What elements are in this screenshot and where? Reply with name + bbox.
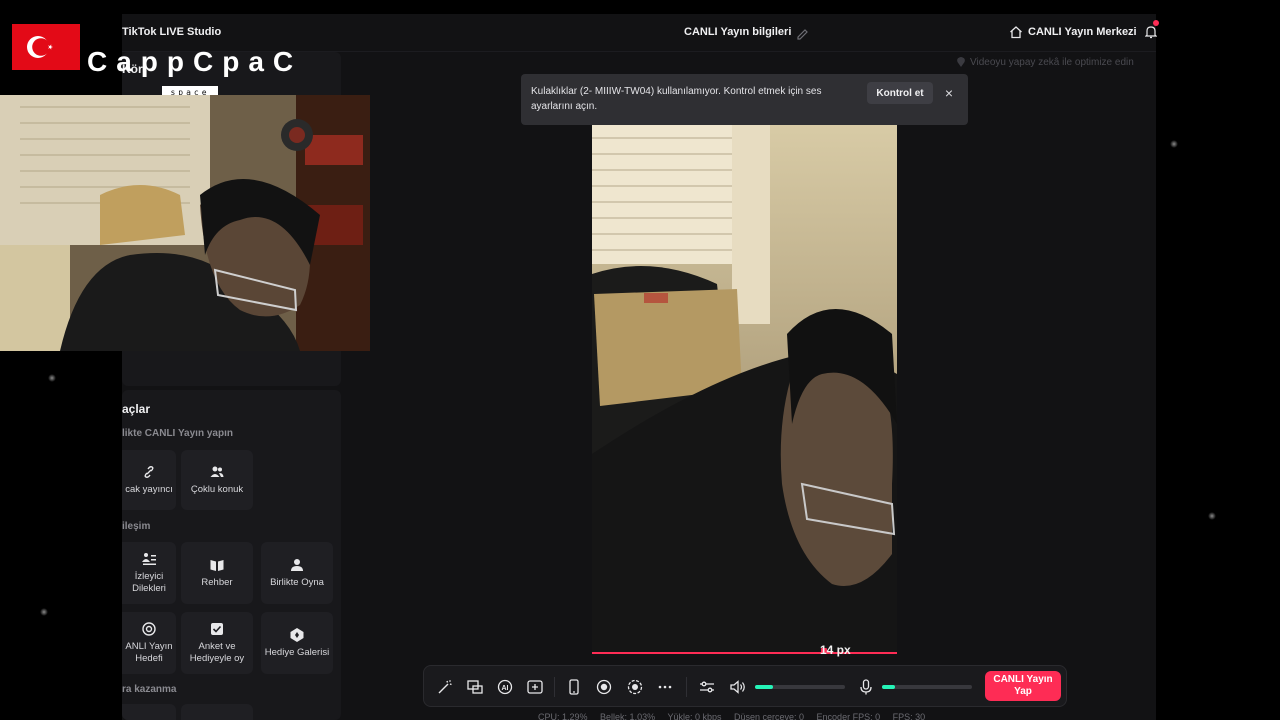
toast-message: Kulaklıklar (2- MIIIW-TW04) kullanılamıy… <box>531 86 822 112</box>
cpu-stat: CPU: 1.29% <box>538 712 588 720</box>
tile-label: İzleyici Dilekleri <box>132 571 166 594</box>
more-icon[interactable] <box>656 678 674 696</box>
section-label-interaction: ileşim <box>122 521 151 532</box>
bottom-toolbar: AI CANLI Yayın Yap <box>423 665 1067 707</box>
webcam-scene <box>0 95 370 351</box>
magic-wand-icon[interactable] <box>436 678 454 696</box>
record-icon[interactable] <box>595 678 613 696</box>
crescent-star-icon <box>27 36 53 58</box>
bell-icon[interactable] <box>1145 24 1157 40</box>
close-icon[interactable]: × <box>943 86 955 100</box>
tile-multi-guest[interactable]: Çoklu konuk <box>181 450 253 510</box>
status-bar: CPU: 1.29% Bellek: 1.03% Yükle: 0 kbps D… <box>538 712 935 720</box>
go-live-button[interactable]: CANLI Yayın Yap <box>985 671 1061 701</box>
turkey-flag <box>12 24 80 70</box>
window-blinds <box>592 124 732 264</box>
headphones-warning-toast: Kulaklıklar (2- MIIIW-TW04) kullanılamıy… <box>521 74 968 125</box>
tile-gift-gallery[interactable]: Hediye Galerisi <box>261 612 333 674</box>
webcam-overlay <box>0 95 370 351</box>
upload-stat: Yükle: 0 kbps <box>667 712 722 720</box>
app-title: TikTok LIVE Studio <box>122 26 222 38</box>
optimize-video-hint[interactable]: Videoyu yapay zekâ ile optimize edin <box>970 57 1134 68</box>
add-scene-icon[interactable] <box>526 678 544 696</box>
book-icon <box>210 560 224 571</box>
section-label-go-live-together: likte CANLI Yayın yapın <box>122 428 233 439</box>
gift-gallery-icon <box>290 628 304 642</box>
toolbar-divider <box>554 677 555 697</box>
speaker-volume-fill <box>755 685 773 689</box>
channel-name-overlay: CappCpaC <box>87 46 303 77</box>
microphone-icon[interactable] <box>857 678 875 696</box>
speaker-volume-slider[interactable] <box>755 685 845 689</box>
webcam-chair <box>100 185 185 245</box>
tile-label: Rehber <box>201 577 233 588</box>
px-indicator: 14 px <box>820 643 851 657</box>
tile-guide[interactable]: Rehber <box>181 542 253 604</box>
preview-bottom-line <box>592 652 897 654</box>
tile-poll-gift-vote[interactable]: Anket ve Hediyeyle oy <box>181 612 253 674</box>
poll-icon <box>211 623 223 635</box>
check-settings-button[interactable]: Kontrol et <box>867 82 933 104</box>
tile-label: cak yayıncı <box>125 484 173 495</box>
tools-title: açlar <box>122 402 151 416</box>
tools-panel: açlar likte CANLI Yayın yapın cak yayınc… <box>122 390 341 720</box>
audio-mixer-icon[interactable] <box>698 678 716 696</box>
location-pin-icon <box>957 57 965 67</box>
edit-icon[interactable] <box>796 26 810 40</box>
link-icon <box>144 466 154 478</box>
phone-icon[interactable] <box>565 678 583 696</box>
background-sparkle <box>48 374 56 382</box>
camera-settings-icon[interactable] <box>626 678 644 696</box>
ai-effects-icon[interactable]: AI <box>496 678 514 696</box>
dropped-frames-stat: Düşen çerçeve: 0 <box>733 712 805 720</box>
background-sparkle <box>40 608 48 616</box>
screen-share-icon[interactable] <box>466 678 484 696</box>
speaker-icon[interactable] <box>729 678 747 696</box>
section-label-earning: ra kazanma <box>122 684 177 695</box>
tile-label: ANLI Yayın Hedefi <box>125 641 173 664</box>
tile-label: Çoklu konuk <box>190 484 244 495</box>
curtain <box>732 124 770 324</box>
mic-volume-slider[interactable] <box>882 685 972 689</box>
svg-text:AI: AI <box>502 685 509 692</box>
tile-viewer-requests[interactable]: İzleyici Dilekleri <box>122 542 176 604</box>
preview-scene <box>592 124 897 654</box>
users-icon <box>210 466 224 477</box>
fps-stat: FPS: 30 <box>892 712 926 720</box>
tile-play-together[interactable]: Birlikte Oyna <box>261 542 333 604</box>
background-sparkle <box>1170 140 1178 148</box>
tile-live-goal[interactable]: ANLI Yayın Hedefi <box>122 612 176 674</box>
mic-volume-fill <box>882 685 895 689</box>
tile-earning-2[interactable] <box>181 704 253 720</box>
target-icon <box>142 622 156 636</box>
background-sparkle <box>1208 512 1216 520</box>
player-icon <box>291 559 303 571</box>
people-list-icon <box>142 553 156 565</box>
live-info-title[interactable]: CANLI Yayın bilgileri <box>684 26 791 38</box>
tile-label: Hediye Galerisi <box>264 647 330 658</box>
memory-stat: Bellek: 1.03% <box>600 712 656 720</box>
home-icon[interactable] <box>1009 25 1023 39</box>
chair-tag <box>644 293 668 303</box>
notification-dot <box>1153 20 1159 26</box>
toolbar-divider <box>686 677 687 697</box>
encoder-fps-stat: Encoder FPS: 0 <box>816 712 881 720</box>
live-center-link[interactable]: CANLI Yayın Merkezi <box>1028 26 1137 38</box>
tile-earning-1[interactable] <box>122 704 176 720</box>
tile-label: Birlikte Oyna <box>270 577 324 588</box>
tile-co-host[interactable]: cak yayıncı <box>122 450 176 510</box>
live-video-preview <box>592 124 897 654</box>
webcam-sofa <box>0 245 70 351</box>
tile-label: Anket ve Hediyeyle oy <box>189 641 245 664</box>
